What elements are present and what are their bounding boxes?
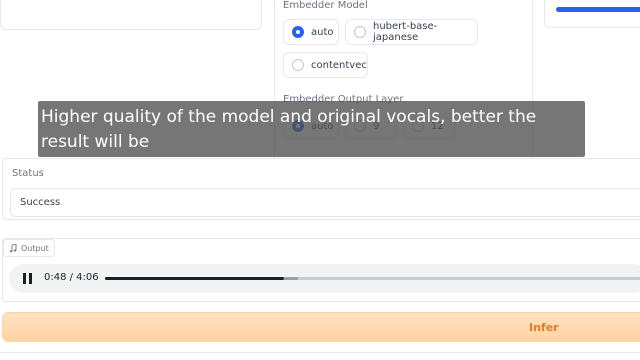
embedder-option-auto[interactable]: auto — [283, 19, 339, 45]
output-label-tag: Output — [3, 239, 55, 257]
top-right-progress-bar — [556, 7, 640, 12]
radio-checked-icon — [292, 26, 304, 38]
embedder-model-label: Embedder Model — [283, 0, 368, 11]
top-left-input[interactable] — [0, 0, 262, 30]
pause-button[interactable] — [23, 273, 33, 284]
seek-bar[interactable] — [105, 277, 640, 280]
infer-button-label: Infer — [529, 321, 559, 334]
seek-buffered — [283, 277, 298, 280]
status-field[interactable]: Success — [10, 188, 640, 217]
infer-button[interactable]: Infer — [2, 312, 640, 342]
embedder-option-hubert-base-japanese[interactable]: hubert-base-japanese — [345, 19, 478, 45]
embedder-option-label: contentvec — [311, 59, 367, 71]
embedder-option-contentvec[interactable]: contentvec — [283, 52, 368, 78]
output-label: Output — [21, 243, 49, 253]
video-caption: Higher quality of the model and original… — [38, 101, 585, 157]
pause-icon-bar — [23, 273, 26, 284]
radio-unchecked-icon — [292, 59, 304, 71]
radio-unchecked-icon — [354, 26, 366, 38]
player-time: 0:48 / 4:06 — [44, 272, 99, 283]
status-value: Success — [20, 197, 61, 208]
pause-icon-bar — [29, 273, 32, 284]
top-right-panel — [544, 0, 640, 28]
music-note-icon — [9, 243, 17, 252]
embedder-option-label: hubert-base-japanese — [373, 21, 438, 43]
status-label: Status — [12, 168, 44, 179]
seek-progress — [105, 277, 284, 280]
divider — [0, 352, 640, 353]
embedder-option-label: auto — [311, 26, 334, 38]
audio-player: 0:48 / 4:06 — [9, 264, 640, 293]
